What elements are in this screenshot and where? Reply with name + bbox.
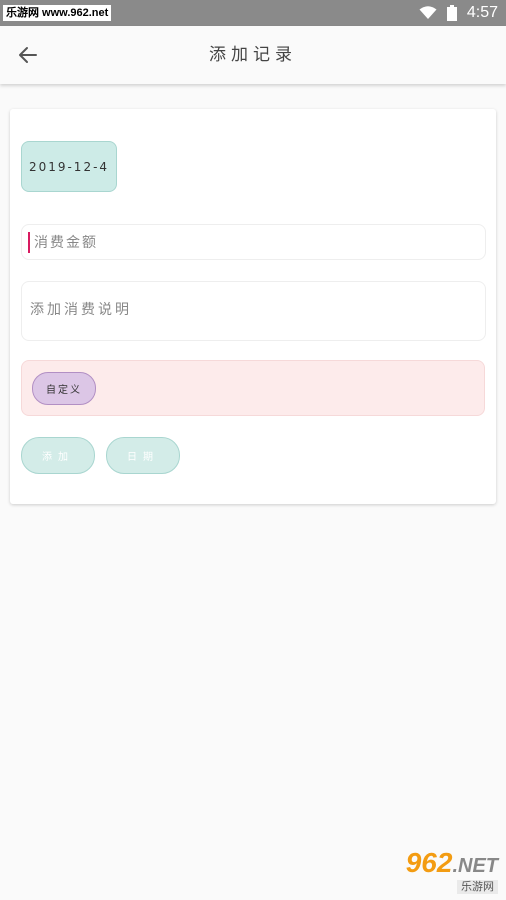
arrow-left-icon <box>19 47 37 63</box>
status-bar: 乐游网 www.962.net 4:57 <box>0 0 506 26</box>
wifi-icon <box>419 6 437 19</box>
status-icons: 4:57 <box>419 0 498 26</box>
amount-field[interactable] <box>21 224 486 261</box>
record-form-card: 2019-12-4 自定义 添加 日期 <box>10 109 496 504</box>
logo-suffix: .NET <box>452 854 498 877</box>
tag-area: 自定义 <box>21 360 485 416</box>
text-cursor <box>28 232 30 253</box>
date-chip[interactable]: 2019-12-4 <box>21 141 117 192</box>
description-field[interactable] <box>21 281 486 341</box>
back-button[interactable] <box>12 39 44 71</box>
logo-subtitle: 乐游网 <box>457 879 498 894</box>
page-title: 添加记录 <box>209 45 297 65</box>
amount-input[interactable] <box>32 225 476 261</box>
site-logo-watermark: 962.NET 乐游网 <box>368 848 498 894</box>
description-input[interactable] <box>30 282 475 338</box>
app-bar: 添加记录 <box>0 26 506 84</box>
add-button[interactable]: 添加 <box>21 437 95 474</box>
tag-chip-custom[interactable]: 自定义 <box>32 372 96 405</box>
site-watermark: 乐游网 www.962.net <box>3 5 112 21</box>
logo-text: 962.NET <box>405 846 498 880</box>
status-time: 4:57 <box>466 4 498 21</box>
battery-icon <box>446 5 457 21</box>
logo-number: 962 <box>405 846 453 878</box>
date-button[interactable]: 日期 <box>106 437 180 474</box>
